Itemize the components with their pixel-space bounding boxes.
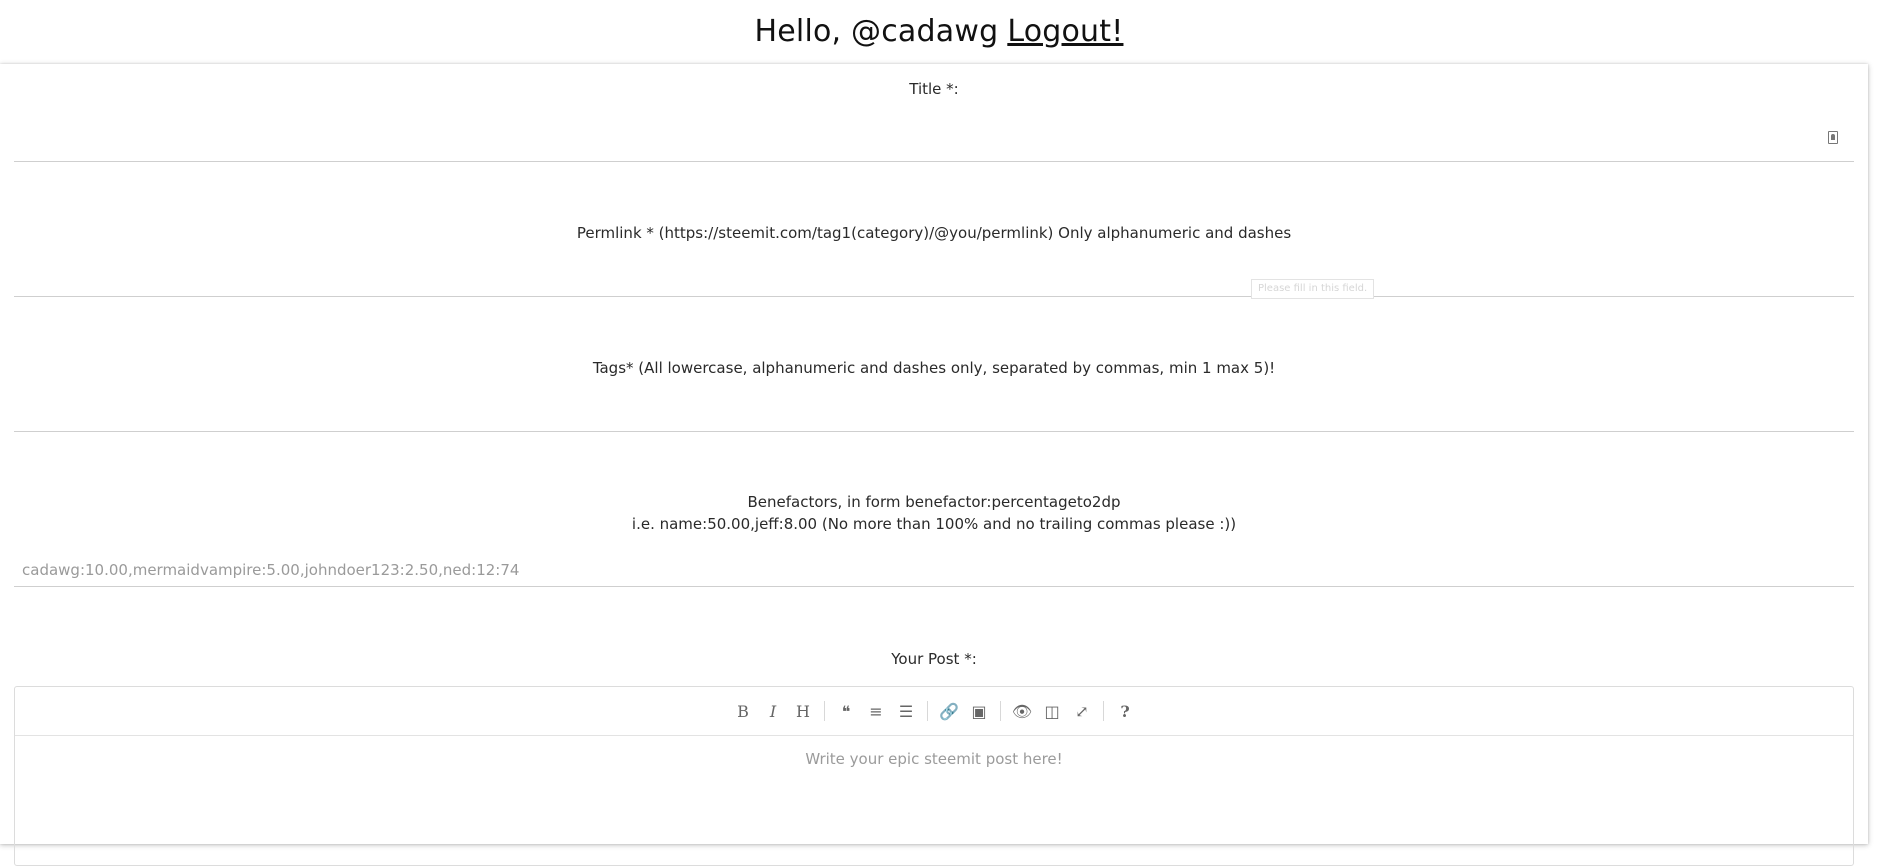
header: Hello, @cadawg Logout! xyxy=(0,0,1878,62)
unordered-list-icon[interactable]: ≡ xyxy=(861,696,891,726)
toolbar-divider xyxy=(1000,701,1001,721)
greeting: Hello, @cadawg xyxy=(754,13,999,49)
toolbar-divider xyxy=(824,701,825,721)
side-by-side-icon[interactable]: ◫ xyxy=(1037,696,1067,726)
link-icon[interactable]: 🔗 xyxy=(934,696,964,726)
preview-icon[interactable]: 👁 xyxy=(1007,696,1037,726)
benefactors-label-line1: Benefactors, in form benefactor:percenta… xyxy=(747,493,1121,511)
tags-label: Tags* (All lowercase, alphanumeric and d… xyxy=(592,359,1276,377)
autofill-contact-icon[interactable] xyxy=(1828,131,1838,144)
benefactors-input[interactable] xyxy=(14,553,1854,587)
title-label: Title *: xyxy=(909,80,959,98)
image-icon[interactable]: ▣ xyxy=(964,696,994,726)
logout-link[interactable]: Logout! xyxy=(1007,14,1123,49)
permlink-label: Permlink * (https://steemit.com/tag1(cat… xyxy=(576,224,1292,242)
toolbar-divider xyxy=(927,701,928,721)
italic-icon[interactable]: I xyxy=(758,696,788,726)
title-input[interactable] xyxy=(14,128,1854,162)
help-icon[interactable]: ? xyxy=(1110,696,1140,726)
editor-textarea[interactable]: Write your epic steemit post here! xyxy=(15,736,1853,768)
permlink-input[interactable] xyxy=(14,263,1854,297)
toolbar-divider xyxy=(1103,701,1104,721)
validation-tooltip: Please fill in this field. xyxy=(1251,279,1375,299)
ordered-list-icon[interactable]: ☰ xyxy=(891,696,921,726)
benefactors-label-line2: i.e. name:50.00,jeff:8.00 (No more than … xyxy=(631,515,1237,533)
post-form-card: Title *: Permlink * (https://steemit.com… xyxy=(0,64,1868,866)
heading-icon[interactable]: H xyxy=(788,696,818,726)
editor-toolbar: B I H ❝ ≡ ☰ 🔗 ▣ 👁 ◫ ⤢ ? xyxy=(15,687,1853,736)
markdown-editor: B I H ❝ ≡ ☰ 🔗 ▣ 👁 ◫ ⤢ ? Write your epic … xyxy=(14,686,1854,866)
fullscreen-icon[interactable]: ⤢ xyxy=(1067,696,1097,726)
post-label: Your Post *: xyxy=(891,650,977,668)
bold-icon[interactable]: B xyxy=(728,696,758,726)
quote-icon[interactable]: ❝ xyxy=(831,696,861,726)
tags-input[interactable] xyxy=(14,398,1854,432)
